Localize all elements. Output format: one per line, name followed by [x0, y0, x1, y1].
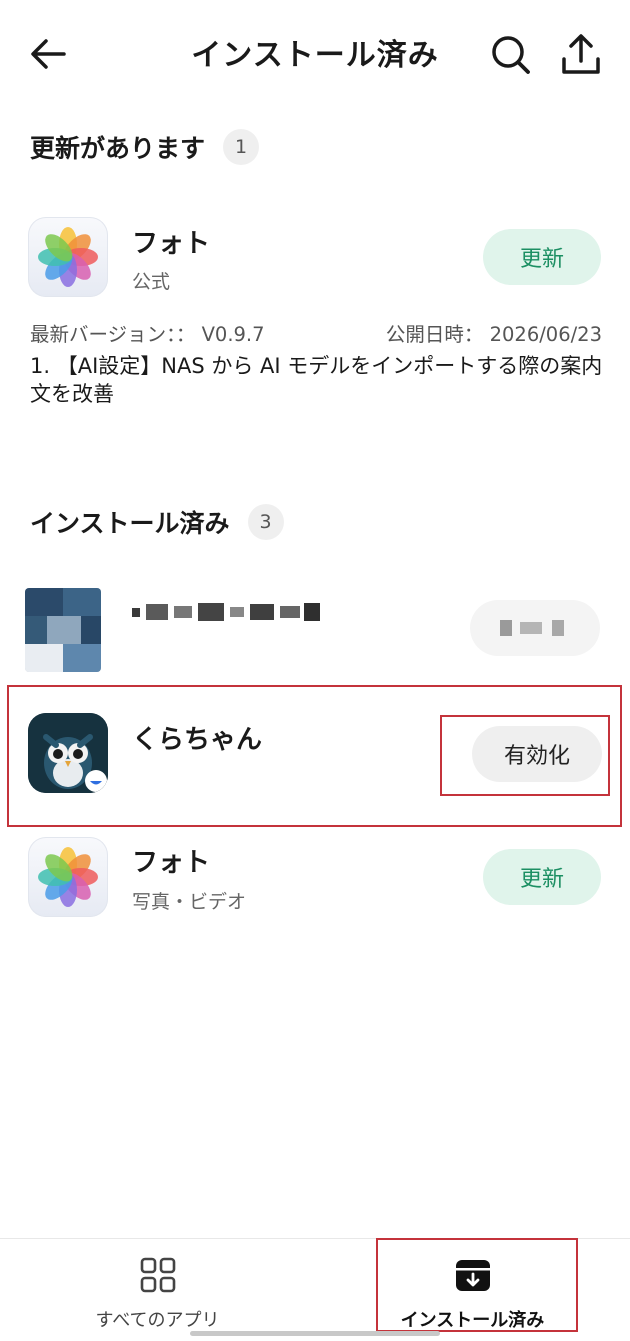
obscured-app-name: [132, 600, 322, 624]
nav-all-apps-label: すべてのアプリ: [95, 1310, 220, 1331]
home-indicator: [190, 1331, 440, 1336]
date-label: 公開日時：: [385, 323, 484, 346]
version-value: V0.9.7: [201, 323, 265, 346]
highlight-box-enable-button: [440, 715, 610, 796]
photo-flower-icon: [38, 227, 98, 287]
photo-app-icon[interactable]: [28, 217, 108, 297]
censored-text-shape: [132, 603, 320, 621]
version-label: 最新バージョン：：: [30, 323, 196, 346]
search-button[interactable]: [490, 34, 532, 76]
update-button[interactable]: 更新: [483, 229, 601, 285]
obscured-action-button[interactable]: [470, 600, 600, 656]
photos-app-subtitle: 写真・ビデオ: [132, 891, 247, 913]
obscured-app-icon[interactable]: [25, 588, 101, 672]
upload-button[interactable]: [560, 33, 602, 77]
censored-button-shape: [500, 620, 564, 636]
photos-update-button[interactable]: 更新: [483, 849, 601, 905]
page-title: インストール済み: [191, 38, 439, 73]
installed-section-title: インストール済み: [30, 509, 230, 538]
highlight-box-installed-tab: [376, 1238, 578, 1332]
top-bar: インストール済み: [0, 0, 630, 105]
release-date-info: 公開日時： 2026/06/23: [386, 318, 602, 347]
release-notes: 1. 【AI設定】NAS から AI モデルをインポートする際の案内文を改善: [30, 354, 603, 406]
installed-count-badge: 3: [247, 504, 284, 540]
update-app-subtitle: 公式: [132, 271, 171, 293]
updates-section-title: 更新があります: [30, 134, 206, 163]
photos-app-name: フォト: [132, 848, 211, 878]
pixelated-image-icon: [25, 588, 101, 672]
nav-all-apps[interactable]: すべてのアプリ: [0, 1239, 315, 1341]
photos-app-icon[interactable]: [28, 837, 108, 917]
updates-section-header: 更新があります 1: [30, 129, 260, 165]
updates-count-badge: 1: [223, 129, 260, 165]
upload-icon: [562, 34, 600, 74]
date-value: 2026/06/23: [489, 323, 602, 346]
search-icon: [492, 36, 530, 74]
photo-flower-icon-2: [38, 847, 98, 907]
update-app-name: フォト: [132, 229, 211, 259]
version-info-row: 最新バージョン：： V0.9.7 公開日時： 2026/06/23: [30, 318, 602, 347]
installed-section-header: インストール済み 3: [30, 504, 284, 540]
version-info: 最新バージョン：： V0.9.7: [30, 318, 265, 347]
grid-icon: [140, 1257, 175, 1293]
